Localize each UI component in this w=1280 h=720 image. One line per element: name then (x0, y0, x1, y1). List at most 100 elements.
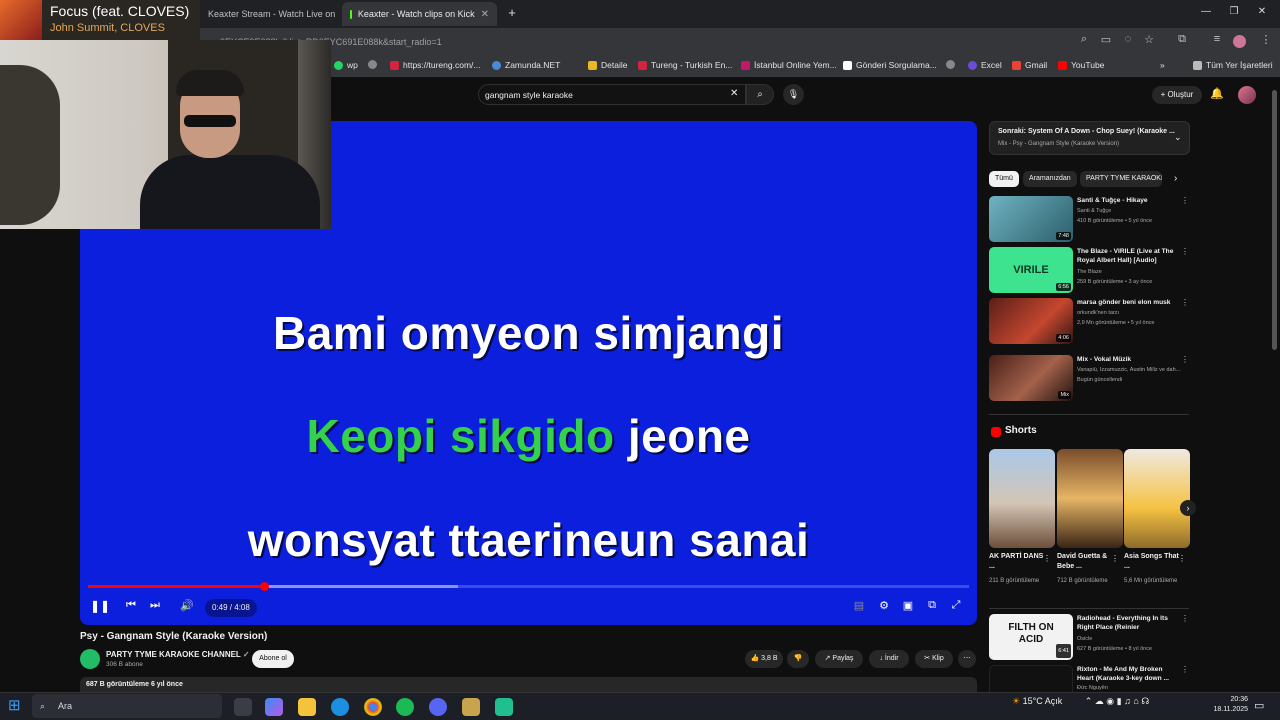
more-icon[interactable]: ⋮ (1181, 355, 1189, 364)
next-button[interactable]: ⏭ (146, 599, 164, 612)
avatar[interactable] (1238, 86, 1256, 104)
edge-icon[interactable] (331, 698, 349, 716)
fullscreen-icon[interactable]: ⤢ (947, 599, 965, 612)
close-window-button[interactable]: ✕ (1252, 6, 1272, 17)
bookmark-excel[interactable]: Excel (968, 60, 1002, 70)
related-video[interactable]: Rixton - Me And My Broken Heart (Karaoke… (989, 665, 1189, 692)
more-icon[interactable]: ⋮ (1043, 554, 1051, 563)
cast-icon[interactable]: ▭ (1098, 33, 1114, 46)
cast-icon[interactable]: ⧉ (923, 599, 941, 612)
more-icon[interactable]: ⋮ (1181, 665, 1189, 674)
miniplayer-icon[interactable]: ▣ (899, 599, 917, 612)
search-input[interactable]: gangnam style karaoke (478, 84, 746, 105)
chip-channel[interactable]: PARTY TYME KARAOKE (1080, 171, 1162, 187)
bookmark-globe-2[interactable] (946, 60, 959, 69)
mic-button[interactable]: 🎙 (783, 84, 804, 105)
up-next-box[interactable]: Sonraki: System Of A Down - Chop Suey! (… (989, 121, 1190, 155)
like-button[interactable]: 👍 3,8 B (745, 650, 783, 668)
zoom-icon[interactable]: ⌕ (1076, 33, 1092, 46)
channel-name[interactable]: PARTY TYME KARAOKE CHANNEL ✓ (106, 650, 250, 659)
bookmark-detaile[interactable]: Detaile (588, 60, 627, 70)
clear-search-icon[interactable]: ✕ (730, 88, 738, 99)
more-icon[interactable]: ⋮ (1111, 554, 1119, 563)
related-video[interactable]: VIRILE 6:56 The Blaze - VIRILE (Live at T… (989, 247, 1189, 293)
description-box[interactable]: 687 B görüntüleme 6 yıl önce (80, 677, 977, 692)
volume-icon[interactable]: 🔊 (178, 599, 196, 612)
chevron-down-icon[interactable]: ⌄ (1174, 132, 1182, 143)
eye-off-icon[interactable]: ◌ (1120, 33, 1136, 45)
subtitles-icon[interactable]: ▤ (850, 599, 868, 612)
bookmark-tureng-2[interactable]: Tureng - Turkish En... (638, 60, 732, 70)
chrome-icon[interactable] (364, 698, 382, 716)
related-video[interactable]: Mix Mix - Vokal Müzik Vanapiü, Izzamuzzi… (989, 355, 1189, 401)
scrubber-handle[interactable] (260, 582, 270, 591)
bookmark-folder[interactable]: Tüm Yer İşaretleri (1193, 60, 1273, 70)
bookmark-tureng[interactable]: https://tureng.com/... (390, 60, 480, 70)
chip-all[interactable]: Tümü (989, 171, 1019, 187)
bookmark-globe[interactable] (368, 60, 381, 69)
search-button[interactable]: ⌕ (746, 84, 774, 105)
chip-from-search[interactable]: Aramanızdan (1023, 171, 1077, 187)
subscribe-button[interactable]: Abone ol (252, 650, 294, 668)
close-icon[interactable]: ✕ (475, 9, 489, 20)
progress-bar[interactable] (88, 582, 969, 591)
bookmark-gonderi[interactable]: Gönderi Sorgulama... (843, 60, 937, 70)
profile-icon[interactable] (1233, 35, 1246, 48)
menu-icon[interactable]: ⋮ (1258, 33, 1274, 46)
bell-icon[interactable]: 🔔 (1210, 87, 1224, 100)
chevron-right-icon[interactable]: › (1180, 500, 1196, 516)
file-explorer-icon[interactable] (298, 698, 316, 716)
bookmark-youtube[interactable]: YouTube (1058, 60, 1104, 70)
more-icon[interactable]: ⋮ (1181, 247, 1189, 256)
share-button[interactable]: ↗ Paylaş (815, 650, 863, 668)
app-icon[interactable] (462, 698, 480, 716)
notification-icon[interactable]: ▭ (1254, 699, 1264, 712)
pause-button[interactable]: ❚❚ (90, 599, 110, 613)
spotify-icon[interactable] (396, 698, 414, 716)
chevron-right-icon[interactable]: › (1174, 173, 1177, 184)
settings-icon[interactable]: ⚙ (875, 599, 893, 612)
bookmark-istanbul[interactable]: İstanbul Online Yem... (741, 60, 837, 70)
reading-list-icon[interactable]: ≡ (1209, 33, 1225, 45)
tab-keaxter-clips[interactable]: Keaxter - Watch clips on Kick ✕ (342, 2, 497, 26)
chevron-right-icon[interactable]: » (1160, 60, 1165, 70)
taskbar-search[interactable]: ⌕ Ara (32, 694, 222, 718)
create-button[interactable]: + Oluştur (1152, 86, 1202, 104)
clock[interactable]: 20:36 18.11.2025 (1200, 695, 1248, 715)
channel-avatar[interactable] (80, 649, 100, 669)
related-video[interactable]: 7:48 Santi & Tuğçe - Hikaye Santi & Tuğç… (989, 196, 1189, 242)
related-video[interactable]: FILTH ON ACID 6:41 Radiohead - Everything… (989, 614, 1189, 660)
clip-button[interactable]: ✂ Klip (915, 650, 953, 668)
more-icon[interactable]: ⋮ (1181, 614, 1189, 623)
dislike-button[interactable]: 👎 (787, 650, 809, 668)
tab-keaxter-stream[interactable]: Keaxter Stream - Watch Live on ✕ (200, 2, 340, 26)
more-icon[interactable]: ⋮ (1178, 554, 1186, 563)
windows-start-icon[interactable]: ⊞ (8, 698, 24, 714)
bookmark-wp[interactable]: wp (334, 60, 358, 70)
discord-icon[interactable] (429, 698, 447, 716)
system-tray[interactable]: ☀ 15°C Açık ⌃ ☁ ◉ ▮ ♫ ⌂ ☊ (1012, 696, 1149, 707)
short-thumbnail[interactable] (1057, 449, 1123, 548)
copilot-icon[interactable] (265, 698, 283, 716)
short-thumbnail[interactable] (1124, 449, 1190, 548)
task-view-icon[interactable] (234, 698, 252, 716)
url-field[interactable]: 0EYCE9E088kdklist=RD0EYC691E088k&start_r… (220, 34, 1060, 51)
extensions-icon[interactable]: ⧉ (1174, 33, 1190, 46)
short-title[interactable]: AK PARTİ DANS ... (989, 552, 1045, 572)
maximize-button[interactable]: ❐ (1224, 6, 1244, 17)
bookmark-zamunda[interactable]: Zamunda.NET (492, 60, 560, 70)
download-button[interactable]: ↓ İndir (869, 650, 909, 668)
more-icon[interactable]: ⋮ (1181, 298, 1189, 307)
related-video[interactable]: 4:06 marsa gönder beni elon musk orkundk… (989, 298, 1189, 344)
close-icon[interactable]: ✕ (335, 9, 340, 20)
scrollbar[interactable] (1272, 90, 1277, 350)
bookmark-gmail[interactable]: Gmail (1012, 60, 1047, 70)
previous-button[interactable]: ⏮ (122, 599, 140, 612)
more-button[interactable]: ⋯ (958, 650, 976, 668)
new-tab-button[interactable]: + (502, 5, 522, 20)
short-title[interactable]: David Guetta & Bebe ... (1057, 552, 1113, 572)
short-title[interactable]: Asia Songs That ... (1124, 552, 1180, 572)
app-icon-2[interactable] (495, 698, 513, 716)
more-icon[interactable]: ⋮ (1181, 196, 1189, 205)
minimize-button[interactable]: — (1196, 6, 1216, 17)
